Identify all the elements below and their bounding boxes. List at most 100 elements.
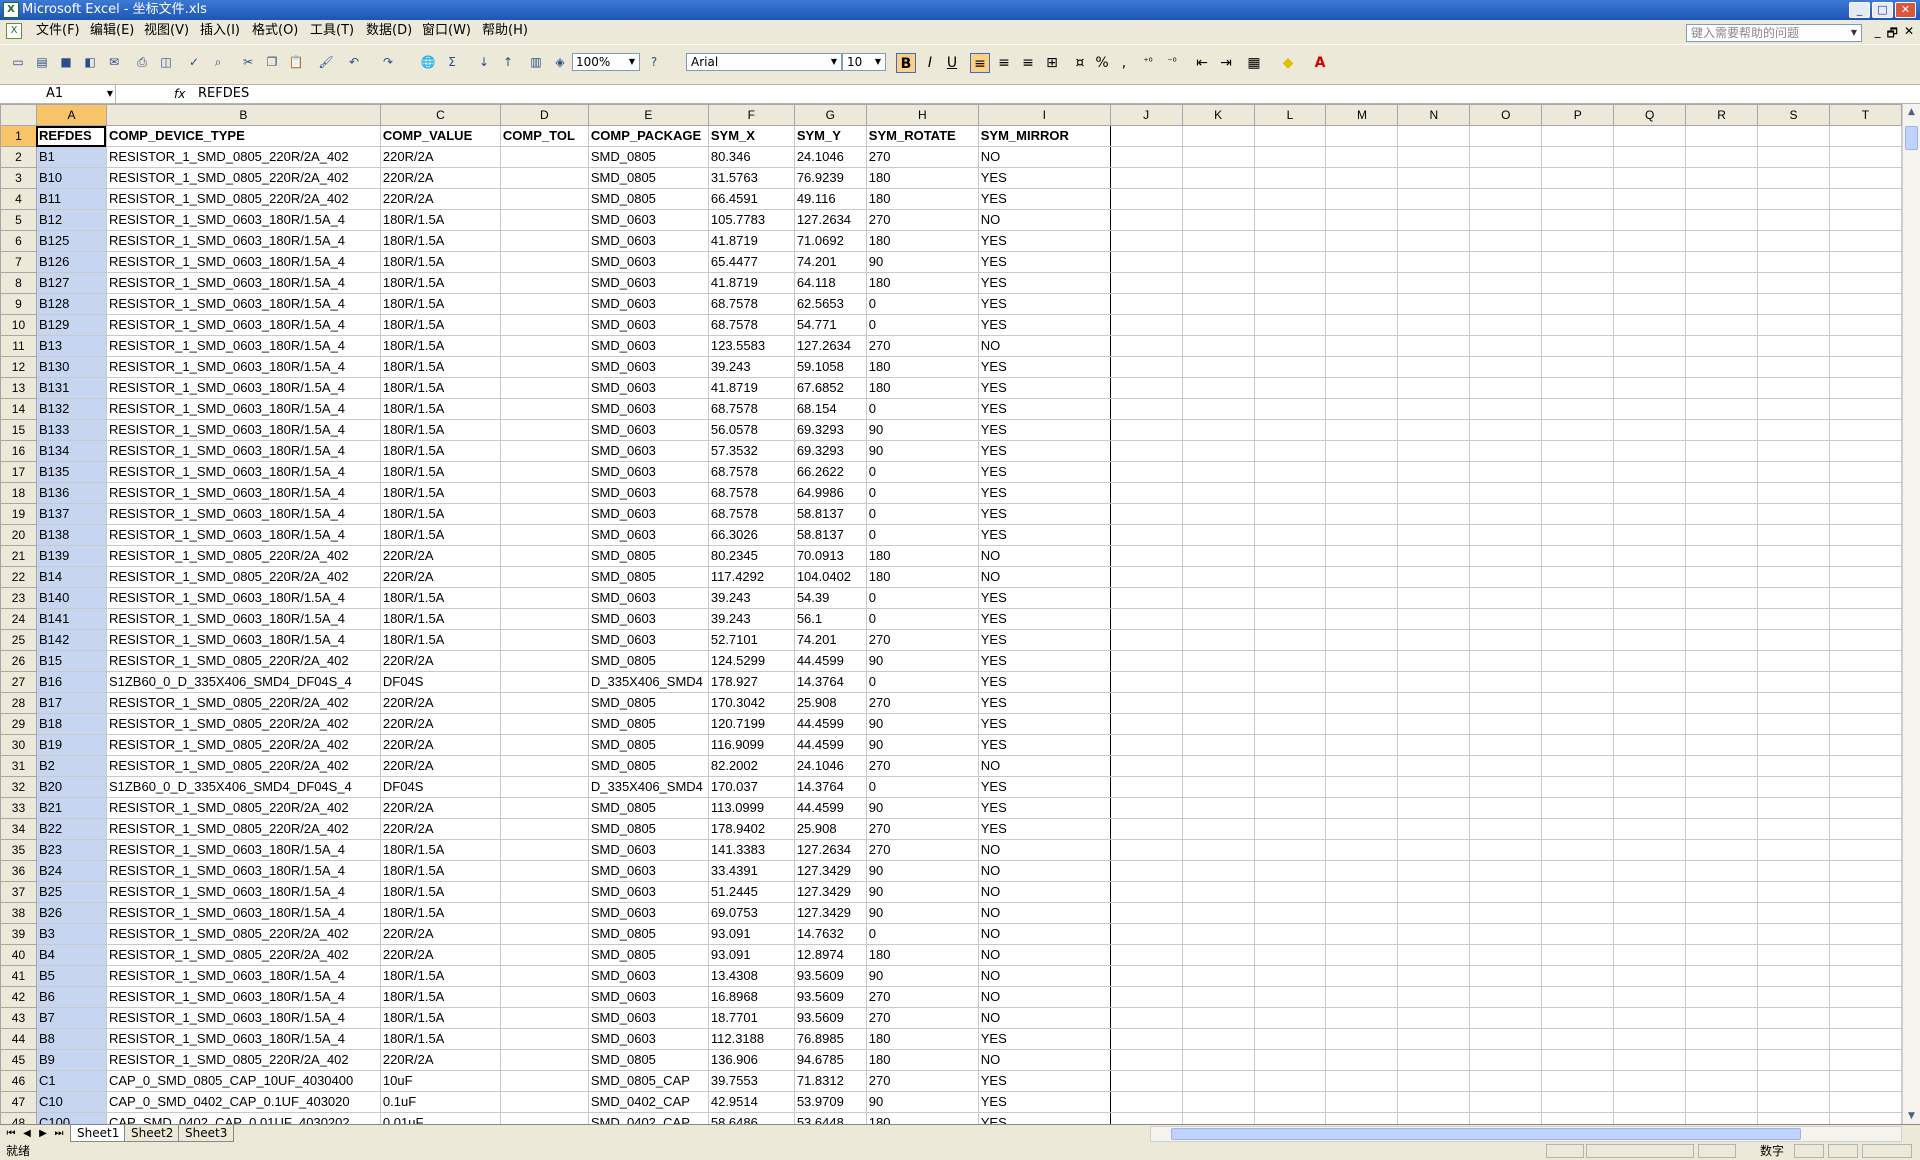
- cell[interactable]: [1541, 335, 1615, 357]
- cell[interactable]: [1253, 902, 1327, 924]
- cell[interactable]: [1325, 944, 1399, 966]
- cell[interactable]: [1685, 965, 1759, 987]
- cell[interactable]: [1541, 524, 1615, 546]
- cell[interactable]: RESISTOR_1_SMD_0603_180R/1.5A_4: [105, 440, 381, 462]
- cell[interactable]: [1325, 503, 1399, 525]
- fill-color-icon[interactable]: ◆: [1278, 53, 1298, 73]
- cell[interactable]: [499, 713, 589, 735]
- cell[interactable]: RESISTOR_1_SMD_0805_220R/2A_402: [105, 944, 381, 966]
- cell[interactable]: [1181, 566, 1255, 588]
- cell[interactable]: [1613, 965, 1687, 987]
- cell[interactable]: SMD_0805: [587, 734, 709, 756]
- cell[interactable]: [1757, 902, 1830, 924]
- cell[interactable]: 120.7199: [707, 713, 795, 735]
- row-header[interactable]: 33: [0, 797, 37, 819]
- cell[interactable]: [1397, 755, 1471, 777]
- cell[interactable]: [1613, 188, 1687, 210]
- sort-asc-icon[interactable]: ↓: [476, 54, 492, 70]
- cell[interactable]: [1397, 503, 1471, 525]
- cell[interactable]: [1325, 377, 1399, 399]
- cell[interactable]: [1828, 755, 1902, 777]
- cell[interactable]: 180: [865, 167, 979, 189]
- cell[interactable]: [1325, 923, 1399, 945]
- cell[interactable]: [1541, 230, 1615, 252]
- cell[interactable]: [1109, 1028, 1183, 1050]
- cell[interactable]: [1181, 986, 1255, 1008]
- cell[interactable]: [1469, 734, 1543, 756]
- cell[interactable]: NO: [977, 545, 1111, 567]
- cell[interactable]: 180R/1.5A: [379, 209, 501, 231]
- cell[interactable]: [1828, 482, 1902, 504]
- cell[interactable]: [1469, 1070, 1543, 1092]
- redo-icon[interactable]: ↷: [380, 54, 396, 70]
- cell[interactable]: [1685, 209, 1759, 231]
- cell[interactable]: [1541, 314, 1615, 336]
- cell[interactable]: [499, 167, 589, 189]
- cell[interactable]: [1541, 1070, 1615, 1092]
- cell[interactable]: [1325, 860, 1399, 882]
- cell[interactable]: YES: [977, 1091, 1111, 1113]
- cell[interactable]: [1541, 146, 1615, 168]
- cell[interactable]: YES: [977, 251, 1111, 273]
- cell[interactable]: B133: [35, 419, 107, 441]
- cell[interactable]: [1397, 965, 1471, 987]
- cell[interactable]: 270: [865, 839, 979, 861]
- cell[interactable]: SMD_0805: [587, 713, 709, 735]
- cell[interactable]: [499, 188, 589, 210]
- cell[interactable]: [1757, 1112, 1830, 1124]
- row-header[interactable]: 35: [0, 839, 37, 861]
- cell[interactable]: [1613, 335, 1687, 357]
- cell[interactable]: RESISTOR_1_SMD_0805_220R/2A_402: [105, 566, 381, 588]
- cell[interactable]: 68.7578: [707, 398, 795, 420]
- cell[interactable]: [1325, 1049, 1399, 1071]
- cell[interactable]: [1469, 608, 1543, 630]
- row-header[interactable]: 23: [0, 587, 37, 609]
- cell[interactable]: [1541, 251, 1615, 273]
- cell[interactable]: [1181, 1112, 1255, 1124]
- cell[interactable]: [1181, 209, 1255, 231]
- cell[interactable]: [1828, 461, 1902, 483]
- column-header-p[interactable]: P: [1541, 104, 1615, 126]
- cell[interactable]: 180: [865, 545, 979, 567]
- cell[interactable]: YES: [977, 503, 1111, 525]
- menu-insert[interactable]: 插入(I): [200, 20, 240, 42]
- cell[interactable]: B23: [35, 839, 107, 861]
- cell[interactable]: [499, 251, 589, 273]
- cell[interactable]: [1469, 587, 1543, 609]
- cell[interactable]: [1541, 734, 1615, 756]
- cell[interactable]: [1253, 671, 1327, 693]
- cell[interactable]: [499, 335, 589, 357]
- cell[interactable]: [1253, 545, 1327, 567]
- cell[interactable]: [499, 986, 589, 1008]
- open-icon[interactable]: ▤: [34, 54, 50, 70]
- cell[interactable]: [1397, 776, 1471, 798]
- cell[interactable]: [499, 881, 589, 903]
- cell[interactable]: RESISTOR_1_SMD_0603_180R/1.5A_4: [105, 881, 381, 903]
- cell[interactable]: SMD_0805: [587, 167, 709, 189]
- cell[interactable]: [1685, 146, 1759, 168]
- cell[interactable]: [1253, 629, 1327, 651]
- italic-button[interactable]: I: [920, 53, 940, 73]
- cell[interactable]: [1109, 839, 1183, 861]
- cell[interactable]: [1397, 671, 1471, 693]
- menu-help[interactable]: 帮助(H): [482, 20, 528, 42]
- cell[interactable]: [1397, 272, 1471, 294]
- cell[interactable]: 90: [865, 251, 979, 273]
- select-all-corner[interactable]: [0, 104, 37, 126]
- cell[interactable]: RESISTOR_1_SMD_0603_180R/1.5A_4: [105, 986, 381, 1008]
- cell[interactable]: B130: [35, 356, 107, 378]
- cell[interactable]: [1613, 1028, 1687, 1050]
- row-header[interactable]: 3: [0, 167, 37, 189]
- cell[interactable]: [1613, 209, 1687, 231]
- cell[interactable]: [1181, 1070, 1255, 1092]
- cell[interactable]: S1ZB60_0_D_335X406_SMD4_DF04S_4: [105, 671, 381, 693]
- cell[interactable]: [1828, 734, 1902, 756]
- cell[interactable]: [1685, 650, 1759, 672]
- cell[interactable]: [499, 398, 589, 420]
- cell[interactable]: 270: [865, 818, 979, 840]
- cell[interactable]: [1397, 881, 1471, 903]
- cell[interactable]: [1253, 314, 1327, 336]
- cell[interactable]: [1613, 902, 1687, 924]
- cell[interactable]: 42.9514: [707, 1091, 795, 1113]
- cell[interactable]: [1828, 944, 1902, 966]
